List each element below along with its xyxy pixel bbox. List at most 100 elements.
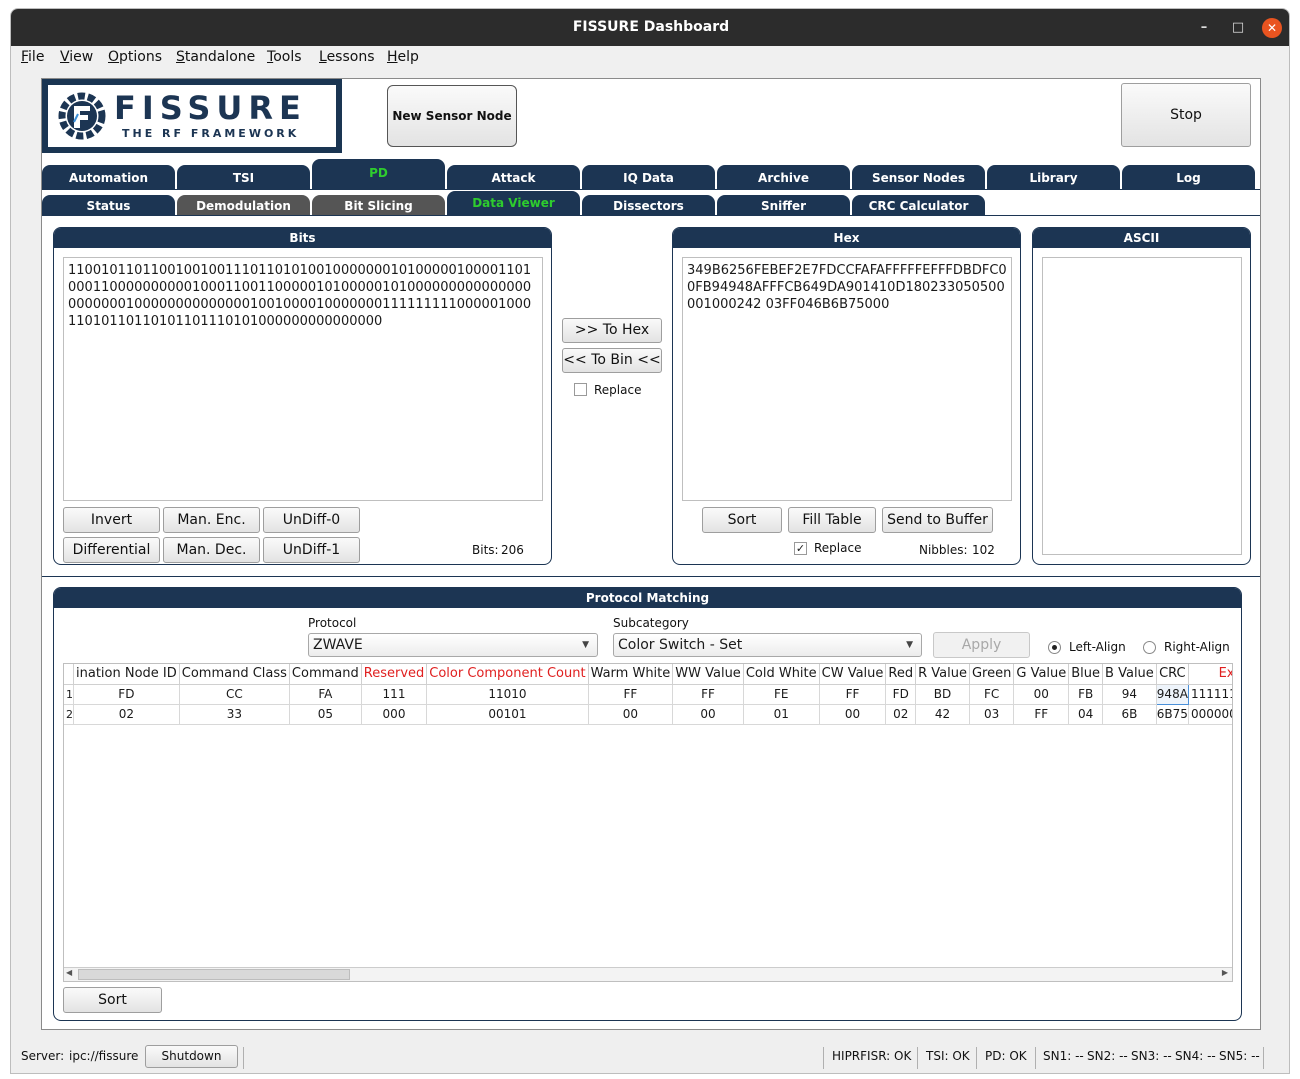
table-cell[interactable]: 00 <box>672 704 744 725</box>
column-header[interactable]: CRC <box>1156 664 1189 685</box>
table-cell[interactable]: 33 <box>179 704 290 725</box>
to-bin-button[interactable]: << To Bin << <box>562 348 662 373</box>
menu-standalone[interactable]: Standalone <box>176 48 255 66</box>
table-cell[interactable]: 42 <box>915 704 970 725</box>
table-row[interactable]: 2 02 33 05 000 00101 00 00 01 00 02 42 03 FF 04 6B 6B75 0… <box>64 704 1232 725</box>
table-cell[interactable]: 05 <box>289 704 362 725</box>
tab-tsi[interactable]: TSI <box>177 165 310 189</box>
protocol-table[interactable]: ination Node ID Command Class Command Reser… <box>63 663 1233 982</box>
bits-text-area[interactable]: 1100101101100100100111011010100100000001… <box>63 257 543 501</box>
tab-automation[interactable]: Automation <box>42 165 175 189</box>
table-cell[interactable]: 000000000000 <box>1188 704 1232 725</box>
row-number[interactable]: 1 <box>64 684 74 705</box>
horizontal-scrollbar[interactable]: ◀ ▶ <box>64 967 1232 981</box>
table-cell[interactable]: FD <box>885 684 917 705</box>
column-header[interactable]: Command <box>289 664 362 685</box>
table-sort-button[interactable]: Sort <box>63 987 162 1013</box>
subtab-data-viewer[interactable]: Data Viewer <box>447 191 580 215</box>
column-header[interactable]: R Value <box>915 664 970 685</box>
scroll-left-icon[interactable]: ◀ <box>66 968 72 977</box>
scroll-right-icon[interactable]: ▶ <box>1222 968 1228 977</box>
tab-attack[interactable]: Attack <box>447 165 580 189</box>
table-cell[interactable]: FD <box>73 684 180 705</box>
table-cell[interactable]: FF <box>1013 704 1070 725</box>
table-cell[interactable]: 00 <box>819 704 887 725</box>
table-cell[interactable]: BD <box>915 684 970 705</box>
column-header[interactable]: Green <box>969 664 1015 685</box>
column-header[interactable]: Warm White <box>588 664 674 685</box>
subtab-status[interactable]: Status <box>42 195 175 215</box>
column-header[interactable]: Extra <box>1188 664 1232 685</box>
differential-button[interactable]: Differential <box>63 537 160 563</box>
column-header[interactable]: G Value <box>1013 664 1070 685</box>
send-to-buffer-button[interactable]: Send to Buffer <box>882 507 993 533</box>
subtab-sniffer[interactable]: Sniffer <box>717 195 850 215</box>
undiff-0-button[interactable]: UnDiff-0 <box>263 507 360 533</box>
table-cell[interactable]: FE <box>743 684 820 705</box>
close-icon[interactable]: ✕ <box>1262 18 1282 38</box>
column-header[interactable]: ination Node ID <box>73 664 180 685</box>
column-header[interactable]: Cold White <box>743 664 820 685</box>
column-header[interactable]: B Value <box>1102 664 1157 685</box>
row-number[interactable]: 2 <box>64 704 74 725</box>
column-header[interactable]: WW Value <box>672 664 744 685</box>
table-cell[interactable]: 00 <box>588 704 674 725</box>
table-cell[interactable]: 6B75 <box>1156 704 1189 725</box>
column-header[interactable]: CW Value <box>819 664 887 685</box>
subtab-crc-calculator[interactable]: CRC Calculator <box>852 195 985 215</box>
apply-button[interactable]: Apply <box>933 632 1030 658</box>
invert-button[interactable]: Invert <box>63 507 160 533</box>
replace-bits-checkbox[interactable] <box>574 383 587 396</box>
table-cell[interactable]: FF <box>819 684 887 705</box>
table-cell[interactable]: 94 <box>1102 684 1157 705</box>
table-cell[interactable]: 00 <box>1013 684 1070 705</box>
left-align-radio[interactable] <box>1048 641 1061 654</box>
table-row[interactable]: 1 FD CC FA 111 11010 FF FF FE FF FD BD FC 00 FB 94 948A 1… <box>64 683 1232 705</box>
tab-log[interactable]: Log <box>1122 165 1255 189</box>
menu-file[interactable]: File <box>21 48 44 66</box>
table-cell[interactable]: 02 <box>73 704 180 725</box>
protocol-select[interactable]: ZWAVE ▼ <box>308 633 598 657</box>
stop-button[interactable]: Stop <box>1121 83 1251 147</box>
table-cell[interactable]: 00101 <box>426 704 589 725</box>
ascii-text-area[interactable] <box>1042 257 1242 555</box>
scrollbar-thumb[interactable] <box>78 969 350 980</box>
table-cell[interactable]: CC <box>179 684 290 705</box>
subtab-demodulation[interactable]: Demodulation <box>177 195 310 215</box>
tab-archive[interactable]: Archive <box>717 165 850 189</box>
column-header[interactable]: Red <box>885 664 917 685</box>
table-cell[interactable]: 04 <box>1068 704 1104 725</box>
new-sensor-node-button[interactable]: New Sensor Node <box>387 85 517 147</box>
maximize-icon[interactable]: □ <box>1229 19 1247 37</box>
table-cell[interactable]: FF <box>672 684 744 705</box>
table-cell[interactable]: 111111111111 <box>1188 684 1232 705</box>
table-cell[interactable]: FF <box>588 684 674 705</box>
shutdown-button[interactable]: Shutdown <box>145 1045 238 1068</box>
menu-options[interactable]: Options <box>108 48 162 66</box>
table-cell[interactable]: 03 <box>969 704 1015 725</box>
table-cell[interactable]: 6B <box>1102 704 1157 725</box>
hex-text-area[interactable]: 349B6256FEBEF2E7FDCCFAFAFFFFFEFFFDBDFC00… <box>682 257 1012 501</box>
tab-library[interactable]: Library <box>987 165 1120 189</box>
hex-sort-button[interactable]: Sort <box>702 507 782 533</box>
subtab-dissectors[interactable]: Dissectors <box>582 195 715 215</box>
to-hex-button[interactable]: >> To Hex >> <box>562 318 662 361</box>
right-align-radio[interactable] <box>1143 641 1156 654</box>
undiff-1-button[interactable]: UnDiff-1 <box>263 537 360 563</box>
man-enc-button[interactable]: Man. Enc. <box>163 507 260 533</box>
tab-iq-data[interactable]: IQ Data <box>582 165 715 189</box>
table-cell[interactable]: FC <box>969 684 1015 705</box>
man-dec-button[interactable]: Man. Dec. <box>163 537 260 563</box>
column-header[interactable]: Reserved <box>361 664 428 685</box>
hex-replace-checkbox[interactable]: ✓ <box>794 542 807 555</box>
menu-lessons[interactable]: Lessons <box>319 48 375 66</box>
fill-table-button[interactable]: Fill Table <box>788 507 876 533</box>
menu-help[interactable]: Help <box>387 48 419 66</box>
column-header[interactable]: Color Component Count <box>426 664 589 685</box>
table-cell[interactable]: 948A <box>1155 683 1189 705</box>
table-cell[interactable]: 02 <box>885 704 917 725</box>
table-cell[interactable]: 000 <box>361 704 428 725</box>
column-header[interactable]: Command Class <box>179 664 290 685</box>
minimize-icon[interactable]: – <box>1195 19 1213 37</box>
table-cell[interactable]: 01 <box>743 704 820 725</box>
